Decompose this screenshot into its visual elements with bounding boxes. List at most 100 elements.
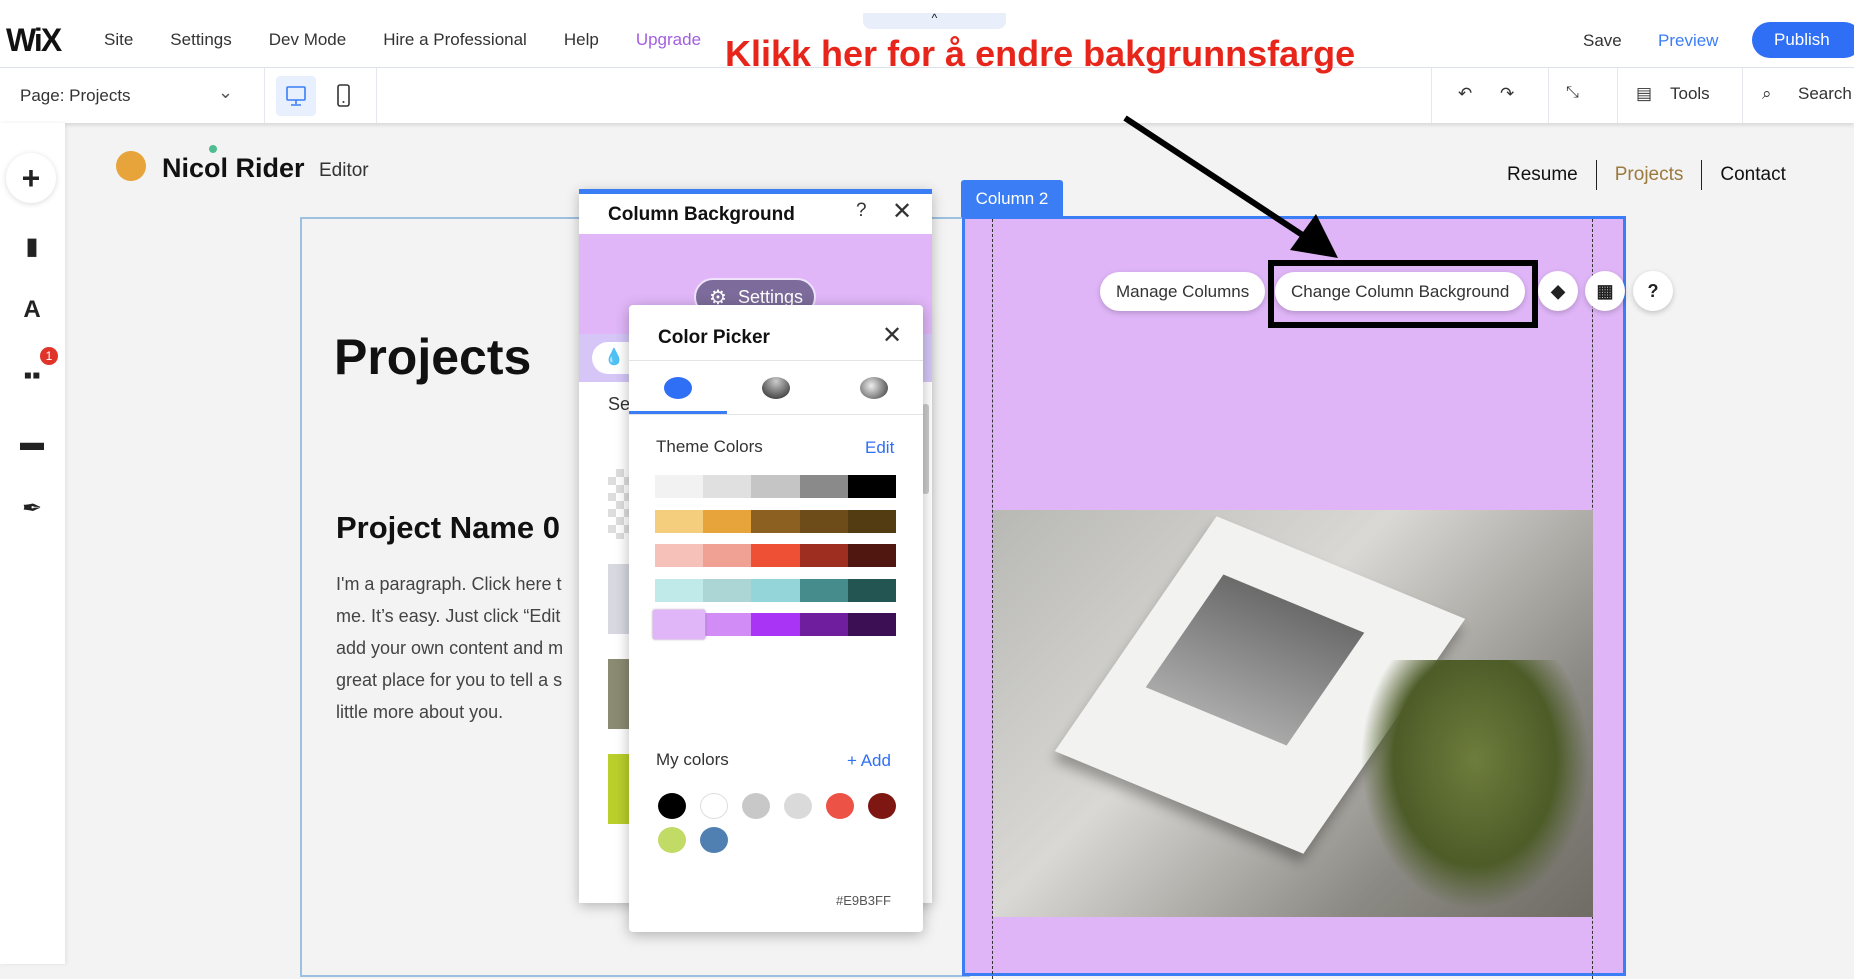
solid-color-tab[interactable] xyxy=(664,377,692,399)
theme-swatch[interactable] xyxy=(655,509,704,533)
nav-contact[interactable]: Contact xyxy=(1701,160,1803,190)
theme-swatch[interactable] xyxy=(799,613,848,636)
layout-icon[interactable]: ▦ xyxy=(1585,271,1625,311)
theme-swatch[interactable] xyxy=(655,475,704,498)
my-color-swatch[interactable] xyxy=(784,793,812,819)
section-label: Se xyxy=(608,394,631,414)
theme-swatch[interactable] xyxy=(847,475,897,498)
menu-dev-mode[interactable]: Dev Mode xyxy=(269,30,346,50)
paragraph-line: little more about you. xyxy=(336,702,504,722)
add-color-button[interactable]: + Add xyxy=(847,751,891,771)
theme-swatch[interactable] xyxy=(751,578,800,602)
preview-button[interactable]: Preview xyxy=(1658,31,1718,51)
add-elements-button[interactable]: + xyxy=(6,153,56,203)
arrange-icon[interactable]: ◆ xyxy=(1538,271,1578,311)
scrollbar[interactable] xyxy=(922,404,929,494)
save-button[interactable]: Save xyxy=(1583,31,1622,51)
theme-swatch[interactable] xyxy=(847,578,897,602)
search-icon[interactable]: ⌕ xyxy=(1762,84,1772,104)
edit-theme-button[interactable]: Edit xyxy=(865,438,894,458)
help-icon[interactable]: ? xyxy=(856,200,867,222)
pen-icon[interactable]: ✒ xyxy=(12,488,52,528)
desktop-icon xyxy=(286,86,306,106)
theme-swatch[interactable] xyxy=(847,509,897,533)
theme-swatch[interactable] xyxy=(751,613,800,636)
theme-swatch[interactable] xyxy=(847,613,897,636)
menu-settings[interactable]: Settings xyxy=(170,30,231,50)
theme-swatch[interactable] xyxy=(652,609,706,640)
site-nav: Resume Projects Contact xyxy=(1507,160,1804,190)
help-icon[interactable]: ? xyxy=(1633,271,1673,311)
media-icon[interactable]: ▬ xyxy=(12,423,52,463)
menu-site[interactable]: Site xyxy=(104,30,133,50)
theme-swatch[interactable] xyxy=(751,509,800,533)
close-icon[interactable]: ✕ xyxy=(882,321,902,350)
collapse-handle[interactable]: ^ xyxy=(863,12,1006,29)
publish-button[interactable]: Publish xyxy=(1752,22,1854,58)
undo-icon[interactable]: ↶ xyxy=(1458,84,1472,104)
mobile-view-button[interactable] xyxy=(324,76,364,121)
theme-swatch[interactable] xyxy=(703,578,752,602)
my-color-swatch[interactable] xyxy=(700,827,728,853)
theme-swatch[interactable] xyxy=(799,544,848,567)
menu-hire-professional[interactable]: Hire a Professional xyxy=(383,30,527,50)
theme-swatch[interactable] xyxy=(799,475,848,498)
my-color-swatch[interactable] xyxy=(658,793,686,819)
search-button[interactable]: Search xyxy=(1798,84,1852,104)
theme-swatch[interactable] xyxy=(703,509,752,533)
desktop-view-button[interactable] xyxy=(276,76,316,116)
theme-swatch[interactable] xyxy=(703,475,752,498)
theme-swatch[interactable] xyxy=(799,509,848,533)
nav-resume[interactable]: Resume xyxy=(1507,160,1596,190)
column-tab[interactable]: Column 2 xyxy=(961,180,1063,217)
theme-swatch[interactable] xyxy=(703,544,752,567)
paragraph-line: add your own content and m xyxy=(336,638,564,658)
highlight-box xyxy=(1268,260,1538,328)
theme-color-row xyxy=(655,578,897,602)
divider xyxy=(376,68,377,123)
my-color-swatch[interactable] xyxy=(826,793,854,819)
my-color-swatch[interactable] xyxy=(700,793,728,819)
my-color-swatch[interactable] xyxy=(658,827,686,853)
design-icon[interactable]: A xyxy=(12,290,52,330)
manage-columns-button[interactable]: Manage Columns xyxy=(1100,272,1266,311)
menu-upgrade[interactable]: Upgrade xyxy=(636,30,701,50)
chevron-down-icon[interactable]: ⌄ xyxy=(218,82,233,103)
close-icon[interactable]: ✕ xyxy=(892,197,912,226)
redo-icon[interactable]: ↷ xyxy=(1500,84,1514,104)
left-sidebar: + ▮ A ▪▪ ▬ ✒ xyxy=(0,123,65,964)
theme-color-row xyxy=(655,544,897,567)
theme-swatch[interactable] xyxy=(751,475,800,498)
site-name[interactable]: Nicol Rider xyxy=(162,153,305,184)
theme-swatch[interactable] xyxy=(655,544,704,567)
paragraph[interactable]: I'm a paragraph. Click here t me. It’s e… xyxy=(336,568,586,728)
my-color-swatch[interactable] xyxy=(868,793,896,819)
fluid-gradient-tab[interactable] xyxy=(860,377,888,399)
theme-swatch[interactable] xyxy=(847,544,897,567)
paragraph-line: me. It’s easy. Just click “Edit xyxy=(336,606,561,626)
hex-value[interactable]: #E9B3FF xyxy=(836,893,891,908)
wix-logo[interactable]: WiX xyxy=(6,22,62,59)
my-color-swatch[interactable] xyxy=(742,793,770,819)
divider xyxy=(264,68,265,123)
project-name[interactable]: Project Name 0 xyxy=(336,510,560,546)
theme-colors-label: Theme Colors xyxy=(656,437,763,456)
theme-swatch[interactable] xyxy=(703,613,752,636)
theme-swatch[interactable] xyxy=(799,578,848,602)
gradient-tab[interactable] xyxy=(762,377,790,399)
site-subtitle[interactable]: Editor xyxy=(319,160,369,182)
menu-help[interactable]: Help xyxy=(564,30,599,50)
paragraph-line: I'm a paragraph. Click here t xyxy=(336,574,562,594)
color-picker: Color Picker ✕ Theme Colors Edit My colo… xyxy=(629,305,923,932)
pages-icon[interactable]: ▮ xyxy=(12,226,52,266)
page-selector[interactable]: Page: Projects xyxy=(20,86,131,106)
tools-button[interactable]: Tools xyxy=(1670,84,1710,104)
theme-swatch[interactable] xyxy=(751,544,800,567)
divider xyxy=(1742,68,1743,123)
tools-icon[interactable]: ▤ xyxy=(1636,84,1652,104)
theme-swatch[interactable] xyxy=(655,578,704,602)
nav-projects[interactable]: Projects xyxy=(1595,160,1702,190)
page-heading[interactable]: Projects xyxy=(334,328,531,386)
plus-icon: + xyxy=(21,159,41,196)
zoom-out-icon[interactable]: ⤡ xyxy=(1566,84,1579,102)
